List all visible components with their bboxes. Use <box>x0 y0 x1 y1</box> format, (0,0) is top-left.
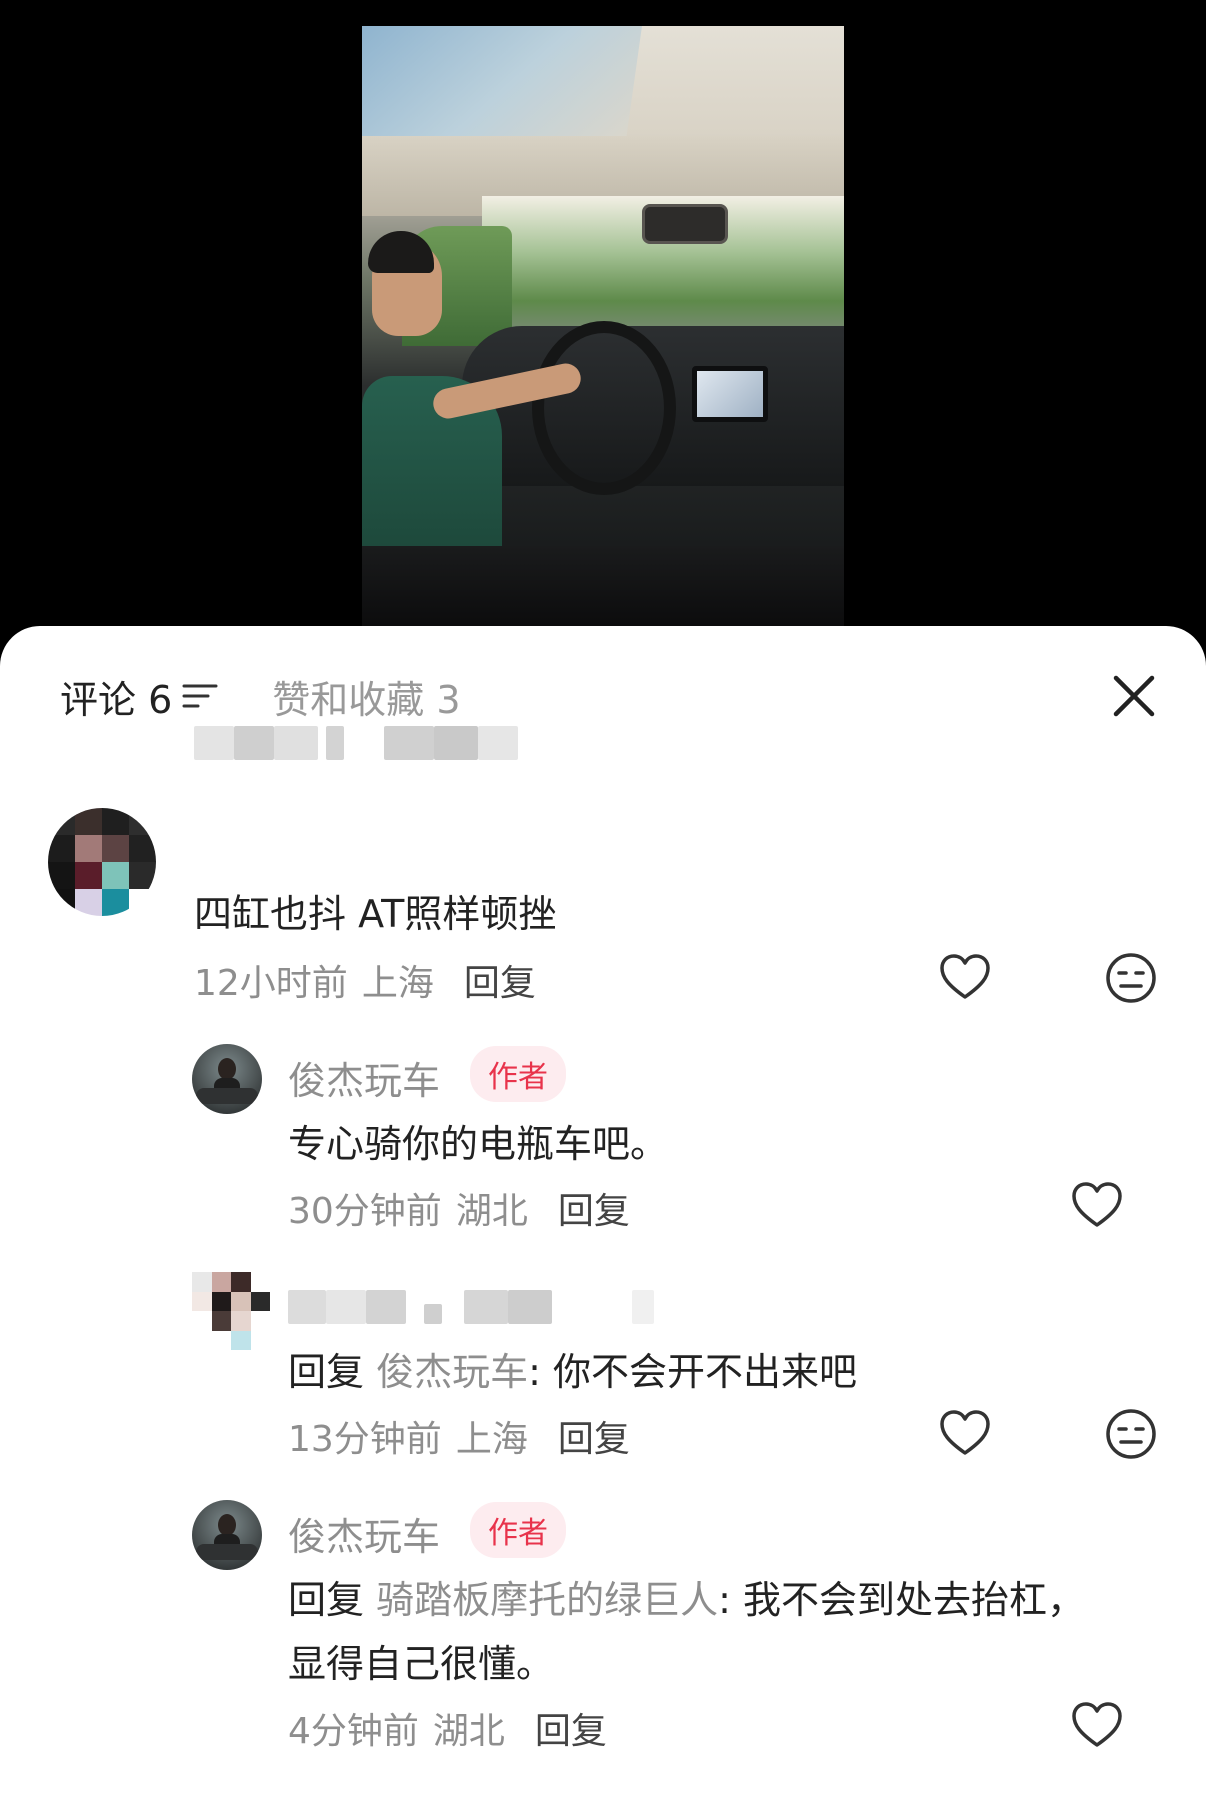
author-badge: 作者 <box>470 1046 566 1102</box>
author-avatar[interactable] <box>192 1500 262 1570</box>
heart-outline-icon[interactable] <box>938 951 992 1005</box>
comment-time: 13分钟前 <box>288 1419 442 1460</box>
filter-lines-icon[interactable] <box>182 678 218 714</box>
comment-time: 30分钟前 <box>288 1191 442 1232</box>
reply-button[interactable]: 回复 <box>558 1410 630 1462</box>
video-preview[interactable] <box>362 26 844 626</box>
reply-button[interactable]: 回复 <box>464 954 536 1006</box>
comment-text: 专心骑你的电瓶车吧。 <box>288 1122 669 1166</box>
tab-likes-label: 赞和收藏 3 <box>272 677 461 722</box>
avatar[interactable] <box>192 1272 270 1350</box>
author-name[interactable]: 俊杰玩车 <box>288 1050 440 1105</box>
comment-time: 4分钟前 <box>288 1711 419 1752</box>
comment-meta: 30分钟前 湖北 回复 <box>288 1182 630 1234</box>
comment-location: 湖北 <box>432 1711 505 1752</box>
heart-outline-icon[interactable] <box>1070 1179 1124 1233</box>
video-seat <box>362 546 844 626</box>
comment-meta: 12小时前 上海 回复 <box>194 954 536 1006</box>
reply-prefix: 回复 <box>288 1350 365 1394</box>
meh-face-icon[interactable] <box>1104 951 1158 1005</box>
comment-text: 回复 骑踏板摩托的绿巨人: 我不会到处去抬杠， <box>288 1570 1085 1630</box>
comment-body: : 你不会开不出来吧 <box>528 1350 858 1394</box>
reply-button[interactable]: 回复 <box>535 1702 607 1754</box>
meh-face-icon[interactable] <box>1104 1407 1158 1461</box>
reply-button[interactable]: 回复 <box>558 1182 630 1234</box>
comment-sheet: 评论 6 赞和收藏 3 四缸也抖 AT照样顿挫 12小时前 上海 回复 俊杰玩车… <box>0 626 1206 1799</box>
comment-location: 上海 <box>455 1419 528 1460</box>
comment-meta: 13分钟前 上海 回复 <box>288 1410 630 1462</box>
reply-to-name[interactable]: 俊杰玩车 <box>376 1350 528 1394</box>
reply-to-name[interactable]: 骑踏板摩托的绿巨人 <box>376 1578 718 1622</box>
comment-time: 12小时前 <box>194 963 348 1004</box>
comment-tabs: 评论 6 赞和收藏 3 <box>60 666 461 726</box>
reply-prefix: 回复 <box>288 1578 365 1622</box>
tab-likes-favorites[interactable]: 赞和收藏 3 <box>272 669 460 724</box>
comment-meta: 4分钟前 湖北 回复 <box>288 1702 607 1754</box>
video-rearview-mirror <box>642 204 728 244</box>
author-name[interactable]: 俊杰玩车 <box>288 1506 440 1561</box>
comment-location: 湖北 <box>455 1191 528 1232</box>
heart-outline-icon[interactable] <box>1070 1699 1124 1753</box>
author-badge: 作者 <box>470 1502 566 1558</box>
tab-comments[interactable]: 评论 6 <box>60 669 218 724</box>
username-blurred <box>288 1290 668 1324</box>
comment-body: : 我不会到处去抬杠， <box>718 1578 1086 1622</box>
tab-comments-label: 评论 6 <box>60 677 173 722</box>
username-blurred <box>194 726 524 760</box>
close-icon[interactable] <box>1106 668 1162 724</box>
video-infotainment-screen <box>692 366 768 422</box>
heart-outline-icon[interactable] <box>938 1407 992 1461</box>
video-steering-wheel <box>532 321 676 495</box>
comment-text: 回复 俊杰玩车: 你不会开不出来吧 <box>288 1342 857 1402</box>
video-sunroof <box>362 26 642 136</box>
comment-text: 四缸也抖 AT照样顿挫 <box>194 892 557 936</box>
avatar[interactable] <box>48 808 156 916</box>
author-avatar[interactable] <box>192 1044 262 1114</box>
comment-location: 上海 <box>361 963 434 1004</box>
comment-text-continued: 显得自己很懂。 <box>288 1642 555 1686</box>
